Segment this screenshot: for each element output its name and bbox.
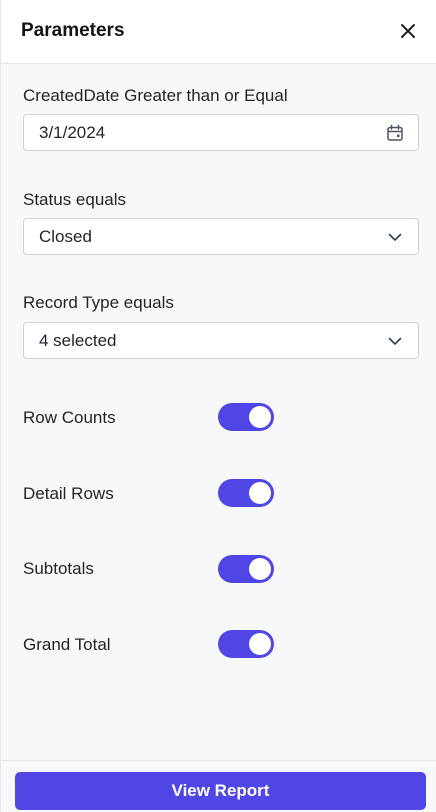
calendar-icon[interactable] [386, 124, 404, 142]
created-date-value: 3/1/2024 [39, 123, 106, 142]
footer-divider [1, 760, 436, 761]
grand-total-label: Grand Total [23, 635, 111, 654]
subtotals-toggle[interactable] [218, 555, 274, 583]
grand-total-toggle[interactable] [218, 630, 274, 658]
detail-rows-label: Detail Rows [23, 484, 114, 503]
parameters-panel: Parameters CreatedDate Greater than or E… [0, 0, 436, 812]
status-select[interactable]: Closed [23, 218, 419, 255]
subtotals-label: Subtotals [23, 559, 94, 578]
panel-title: Parameters [21, 20, 125, 41]
row-counts-toggle[interactable] [218, 403, 274, 431]
close-button[interactable] [397, 20, 419, 42]
chevron-down-icon [386, 228, 404, 246]
toggle-knob [249, 406, 271, 428]
created-date-input[interactable]: 3/1/2024 [23, 114, 419, 151]
record-type-value: 4 selected [39, 331, 117, 350]
panel-header: Parameters [1, 0, 436, 64]
created-date-label: CreatedDate Greater than or Equal [23, 86, 288, 105]
status-label: Status equals [23, 190, 127, 209]
toggle-knob [249, 558, 271, 580]
view-report-button[interactable]: View Report [15, 772, 426, 810]
record-type-select[interactable]: 4 selected [23, 322, 419, 359]
status-value: Closed [39, 227, 92, 246]
toggle-knob [249, 482, 271, 504]
record-type-label: Record Type equals [23, 293, 174, 312]
detail-rows-toggle[interactable] [218, 479, 274, 507]
close-icon [401, 24, 415, 38]
chevron-down-icon [386, 332, 404, 350]
row-counts-label: Row Counts [23, 408, 116, 427]
toggle-knob [249, 633, 271, 655]
